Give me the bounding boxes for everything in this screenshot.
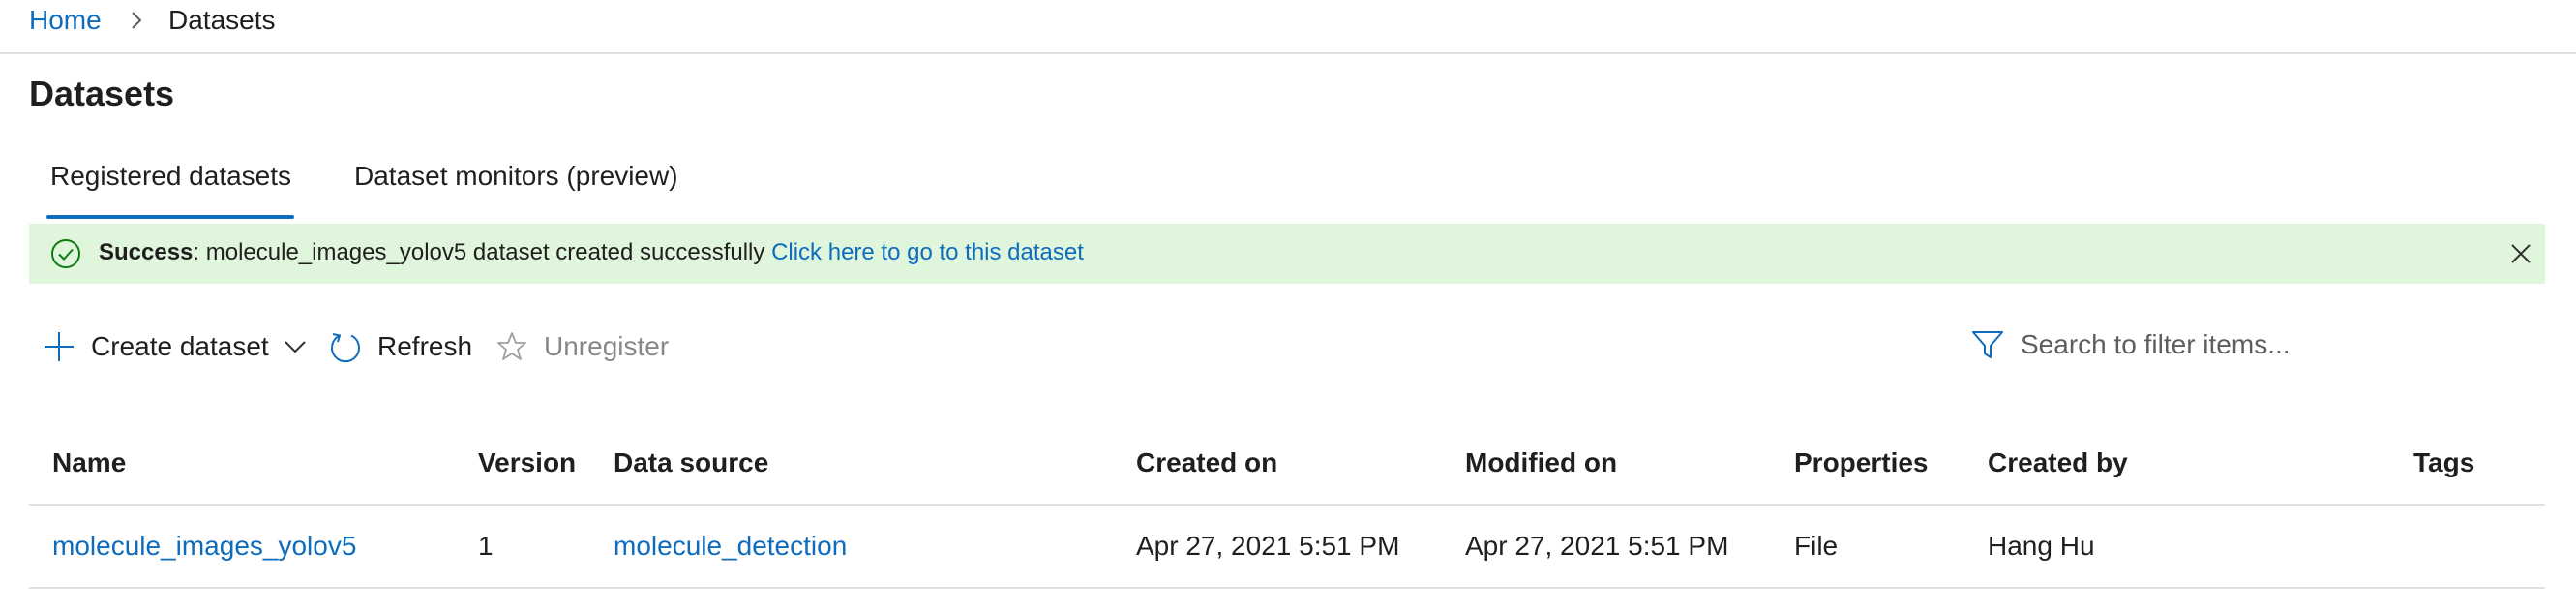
column-header-data-source[interactable]: Data source: [614, 447, 768, 478]
banner-dataset-link[interactable]: Click here to go to this dataset: [771, 239, 1084, 265]
breadcrumb-home-link[interactable]: Home: [29, 5, 102, 36]
data-source-link[interactable]: molecule_detection: [614, 531, 847, 562]
refresh-label: Refresh: [377, 331, 473, 361]
breadcrumb: Home Datasets: [0, 0, 2576, 54]
column-header-properties[interactable]: Properties: [1794, 447, 1929, 478]
create-dataset-button[interactable]: Create dataset: [43, 327, 308, 366]
banner-title: Success: [99, 239, 194, 265]
properties-value: File: [1794, 531, 1839, 561]
created-on-value: Apr 27, 2021 5:51 PM: [1136, 531, 1400, 561]
column-header-version[interactable]: Version: [478, 447, 576, 478]
created-by-value: Hang Hu: [1988, 531, 2095, 561]
table-row[interactable]: molecule_images_yolov5 1 molecule_detect…: [29, 506, 2545, 589]
selected-tab-indicator: [46, 215, 294, 219]
search-input[interactable]: [2021, 329, 2485, 360]
dataset-version: 1: [478, 531, 494, 561]
filter-icon: [1972, 331, 2003, 358]
check-circle-icon: [51, 239, 80, 268]
dataset-name-link[interactable]: molecule_images_yolov5: [52, 531, 356, 562]
search-box[interactable]: [1970, 323, 2512, 366]
tab-dataset-monitors[interactable]: Dataset monitors (preview): [354, 161, 678, 192]
page-title: Datasets: [29, 74, 175, 113]
banner-message: : molecule_images_yolov5 dataset created…: [193, 239, 772, 265]
column-header-name[interactable]: Name: [52, 447, 126, 478]
unregister-button[interactable]: Unregister: [495, 327, 669, 366]
datasets-table: Name Version Data source Created on Modi…: [29, 434, 2545, 589]
chevron-down-icon[interactable]: [283, 334, 308, 359]
breadcrumb-current: Datasets: [168, 5, 276, 35]
chevron-right-icon: [132, 12, 142, 29]
refresh-button[interactable]: Refresh: [329, 327, 472, 366]
column-header-modified-on[interactable]: Modified on: [1465, 447, 1617, 478]
plus-icon: [45, 332, 74, 361]
close-icon[interactable]: [2508, 241, 2533, 266]
banner-text: Success: molecule_images_yolov5 dataset …: [99, 239, 1084, 266]
create-dataset-label: Create dataset: [91, 331, 269, 361]
refresh-icon: [331, 333, 360, 363]
table-header: Name Version Data source Created on Modi…: [29, 434, 2545, 506]
modified-on-value: Apr 27, 2021 5:51 PM: [1465, 531, 1729, 561]
column-header-tags[interactable]: Tags: [2413, 447, 2474, 478]
success-banner: Success: molecule_images_yolov5 dataset …: [29, 224, 2545, 284]
tab-registered-datasets[interactable]: Registered datasets: [50, 161, 291, 192]
star-icon: [497, 332, 526, 360]
column-header-created-on[interactable]: Created on: [1136, 447, 1277, 478]
column-header-created-by[interactable]: Created by: [1988, 447, 2128, 478]
unregister-label: Unregister: [544, 331, 670, 361]
